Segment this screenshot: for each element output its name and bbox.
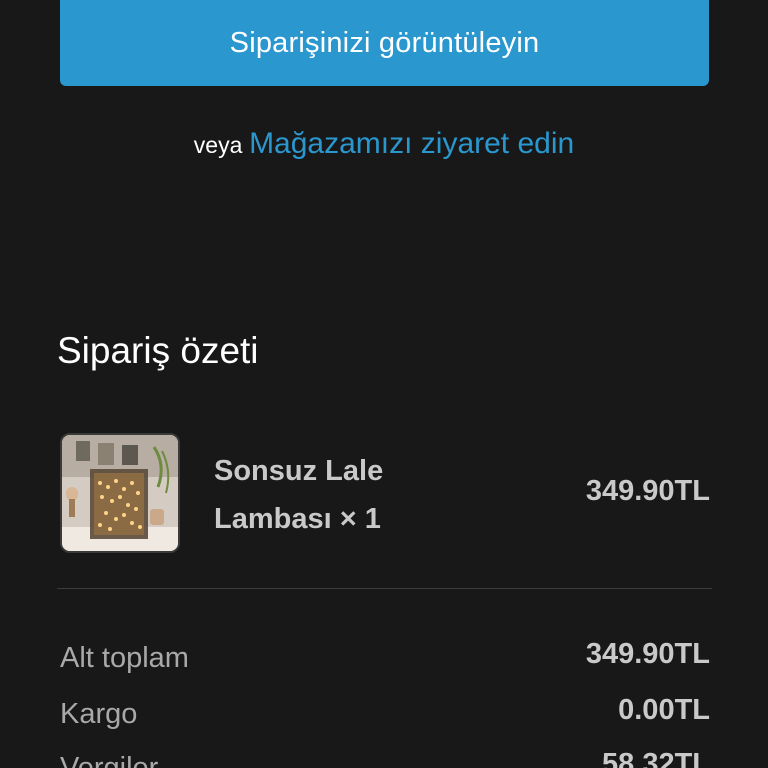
subtotal-label: Alt toplam [60,642,189,674]
order-line-item: Sonsuz Lale Lambası × 1 349.90TL [60,433,710,555]
subtotal-row: Alt toplam 349.90TL [60,638,710,682]
or-text: veya [193,132,243,158]
subtotal-value: 349.90TL [585,638,710,670]
shipping-label: Kargo [60,698,138,730]
taxes-value: 58.32TL [602,748,710,768]
order-confirmation-page: Siparişinizi görüntüleyin veya Mağazamız… [0,0,768,768]
taxes-label: Vergiler [60,752,159,768]
summary-divider [57,588,712,589]
product-thumbnail [60,433,180,553]
product-price: 349.90TL [585,475,710,507]
view-order-button[interactable]: Siparişinizi görüntüleyin [60,0,709,86]
shipping-value: 0.00TL [618,694,710,726]
visit-store-link[interactable]: Mağazamızı ziyaret edin [249,127,574,160]
shipping-row: Kargo 0.00TL [60,694,710,738]
order-summary-title: Sipariş özeti [57,330,259,371]
alternate-action-line: veya Mağazamızı ziyaret edin [0,124,768,166]
taxes-row: Vergiler 58.32TL [60,748,710,768]
tulip-lamp-image-icon [62,435,178,551]
view-order-button-label: Siparişinizi görüntüleyin [229,26,540,59]
product-name: Sonsuz Lale Lambası × 1 [214,455,384,535]
